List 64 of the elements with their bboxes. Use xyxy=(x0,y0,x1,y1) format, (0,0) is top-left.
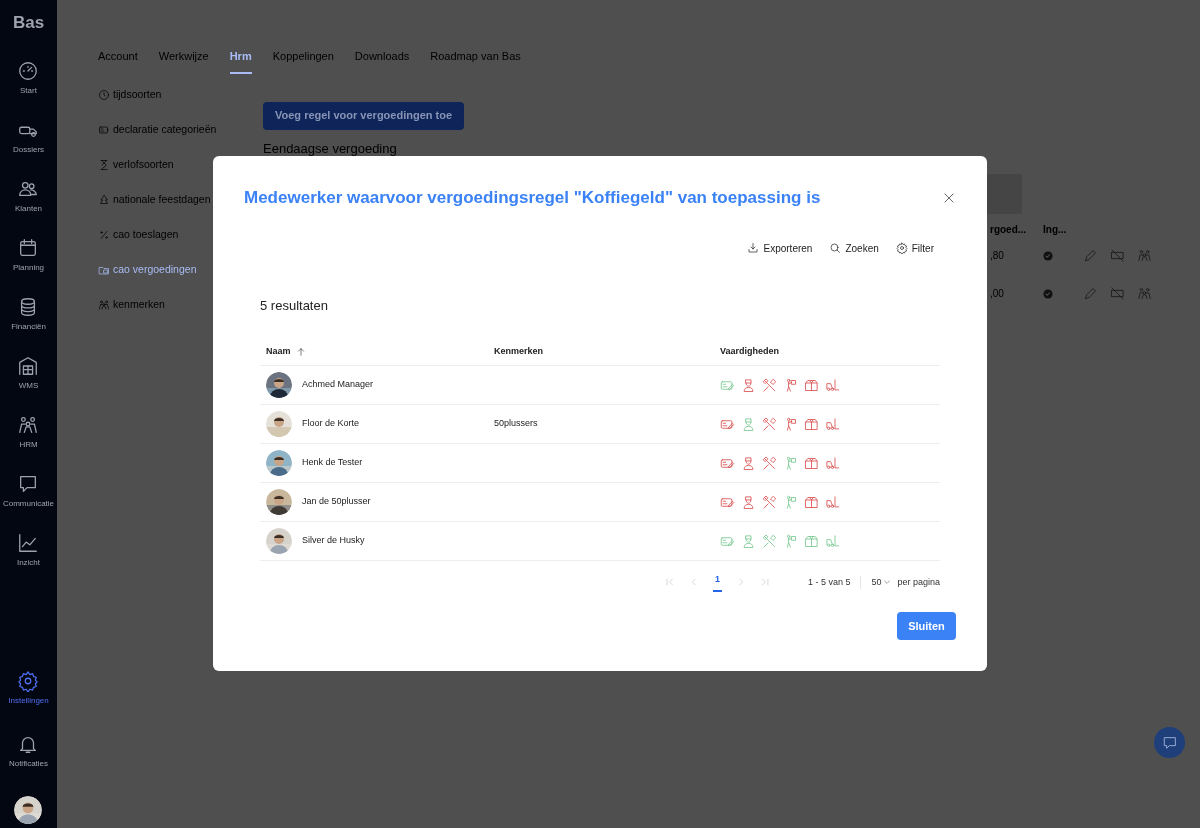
table-cell: Silver de Husky xyxy=(302,534,365,548)
crossed-out-icon[interactable] xyxy=(1110,286,1125,301)
clock-icon xyxy=(98,89,110,101)
team-icon xyxy=(98,299,110,311)
pencil-icon[interactable] xyxy=(1083,248,1098,263)
page-size-label: per pagina xyxy=(897,575,940,589)
column-header[interactable]: Vaardigheden xyxy=(720,345,780,359)
logo: Bas xyxy=(12,12,45,34)
pencil-icon[interactable] xyxy=(1083,286,1098,301)
toolbar-button[interactable]: Zoeken xyxy=(829,240,879,256)
column-header: Ing... xyxy=(1043,222,1068,237)
sidebar-item[interactable]: WMS xyxy=(15,354,42,390)
settings-icon xyxy=(895,242,908,254)
team-icon[interactable] xyxy=(1137,286,1152,301)
sidebar-item[interactable]: Inzicht xyxy=(14,531,43,567)
table-cell: Floor de Korte xyxy=(302,417,360,431)
sidebar-item[interactable]: Klanten xyxy=(12,177,45,213)
table-cell: Henk de Tester xyxy=(302,456,363,470)
crossed-out-icon[interactable] xyxy=(1110,248,1125,263)
sidebar-item[interactable]: Instellingen xyxy=(6,670,51,705)
menu-item[interactable]: cao vergoedingen xyxy=(98,252,263,288)
table-cell: Jan de 50plusser xyxy=(302,495,371,509)
page-size-select[interactable]: 50 xyxy=(871,575,892,589)
gauge-icon xyxy=(17,59,40,82)
page-button[interactable]: 1 xyxy=(712,573,722,592)
add-button[interactable]: Voeg regel voor vergoedingen toe xyxy=(263,101,465,130)
section-heading: Eendaagse vergoeding xyxy=(263,141,398,155)
toolbar-button[interactable]: Filter xyxy=(895,240,934,256)
download-icon xyxy=(747,242,760,254)
sidebar-item[interactable]: Start xyxy=(15,59,42,95)
search-icon xyxy=(829,242,842,254)
percent-icon xyxy=(98,229,110,241)
close-icon xyxy=(942,190,956,205)
table-cell: 50plussers xyxy=(494,418,538,429)
close-button[interactable] xyxy=(942,190,956,205)
sidebar-item[interactable]: Dossiers xyxy=(10,118,47,154)
result-count: 5 resultaten xyxy=(260,296,329,315)
modal-title: Medewerker waarvoor vergoedingsregel "Koffiegeld" van toepassing is xyxy=(244,187,821,209)
column-header: rgoed... xyxy=(990,222,1028,237)
column-header[interactable]: Naam xyxy=(266,345,291,359)
hourglass-icon xyxy=(98,159,110,171)
settings-icon xyxy=(17,670,40,692)
warehouse-icon xyxy=(17,354,40,377)
tree-icon xyxy=(98,194,110,206)
chat-button[interactable] xyxy=(1154,727,1185,758)
folder-icon xyxy=(98,264,110,276)
table-cell: Achmed Manager xyxy=(302,378,374,392)
table-cell-text: ,80 xyxy=(990,249,1005,263)
sidebar-item[interactable]: Financiën xyxy=(9,295,48,331)
column-header[interactable]: Kenmerken xyxy=(494,345,544,359)
tab[interactable]: Hrm xyxy=(229,48,252,74)
sidebar-item[interactable]: HRM xyxy=(15,413,42,449)
close-button[interactable]: Sluiten xyxy=(897,612,956,640)
chart-icon xyxy=(17,531,40,554)
table-cell-text: ,00 xyxy=(990,287,1005,301)
chevron-down-icon xyxy=(883,578,892,587)
toolbar-button[interactable]: Exporteren xyxy=(747,240,813,256)
sidebar-item[interactable]: Planning xyxy=(10,236,47,272)
team-icon[interactable] xyxy=(1137,248,1152,263)
chat-icon xyxy=(1161,734,1178,751)
page-range: 1 - 5 van 5 xyxy=(807,575,862,589)
sidebar-item[interactable]: Communicatie xyxy=(0,472,57,508)
ticket-icon xyxy=(98,124,110,136)
sidebar-item[interactable]: Notificaties xyxy=(6,733,51,768)
